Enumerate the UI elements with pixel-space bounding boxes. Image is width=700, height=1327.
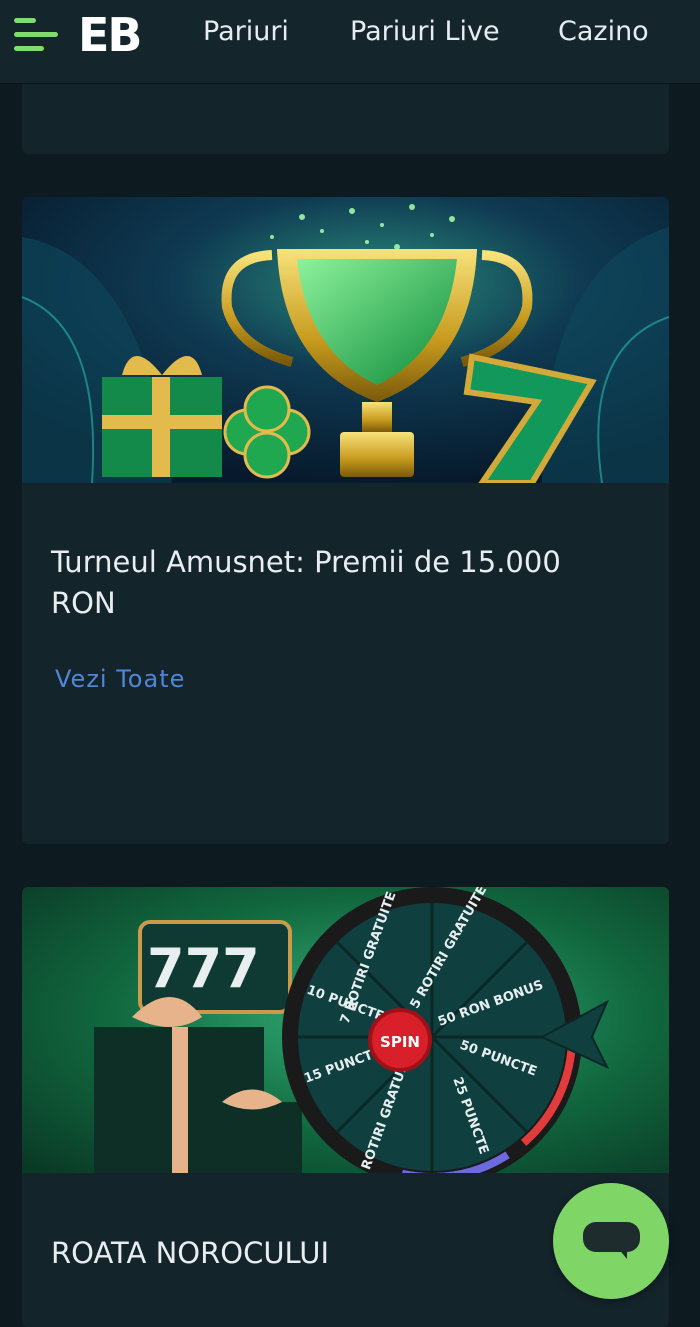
tournament-title: Turneul Amusnet: Premii de 15.000 RON — [51, 545, 561, 620]
hamburger-menu-button[interactable] — [14, 16, 60, 54]
promo-card-tournament[interactable]: Turneul Amusnet: Premii de 15.000 RON Ve… — [22, 197, 669, 844]
chat-bubble-icon — [583, 1222, 640, 1252]
top-navigation-bar: EB Pariuri Pariuri Live Cazino — [0, 0, 700, 84]
nav-item-pariuri-live[interactable]: Pariuri Live — [350, 16, 500, 47]
nav-item-pariuri[interactable]: Pariuri — [203, 16, 289, 47]
chat-button[interactable] — [553, 1183, 669, 1299]
spin-label: SPIN — [380, 1033, 420, 1051]
chat-bubble-tail-icon — [617, 1247, 627, 1259]
menu-bar-icon — [14, 18, 36, 23]
slot-digits: 777 — [147, 937, 260, 1000]
wheel-banner-image: 777 7 ROTIRI GRATUITE 5 ROTIRI GRATUITE … — [22, 887, 669, 1173]
nav-item-cazino[interactable]: Cazino — [558, 16, 649, 47]
promo-card-partial — [22, 84, 669, 154]
menu-bar-icon — [14, 46, 44, 51]
brand-logo[interactable]: EB — [78, 8, 143, 62]
see-all-link[interactable]: Vezi Toate — [55, 665, 185, 693]
tournament-banner-image — [22, 197, 669, 483]
wheel-title: ROATA NOROCULUI — [51, 1236, 330, 1270]
menu-bar-icon — [14, 32, 58, 37]
